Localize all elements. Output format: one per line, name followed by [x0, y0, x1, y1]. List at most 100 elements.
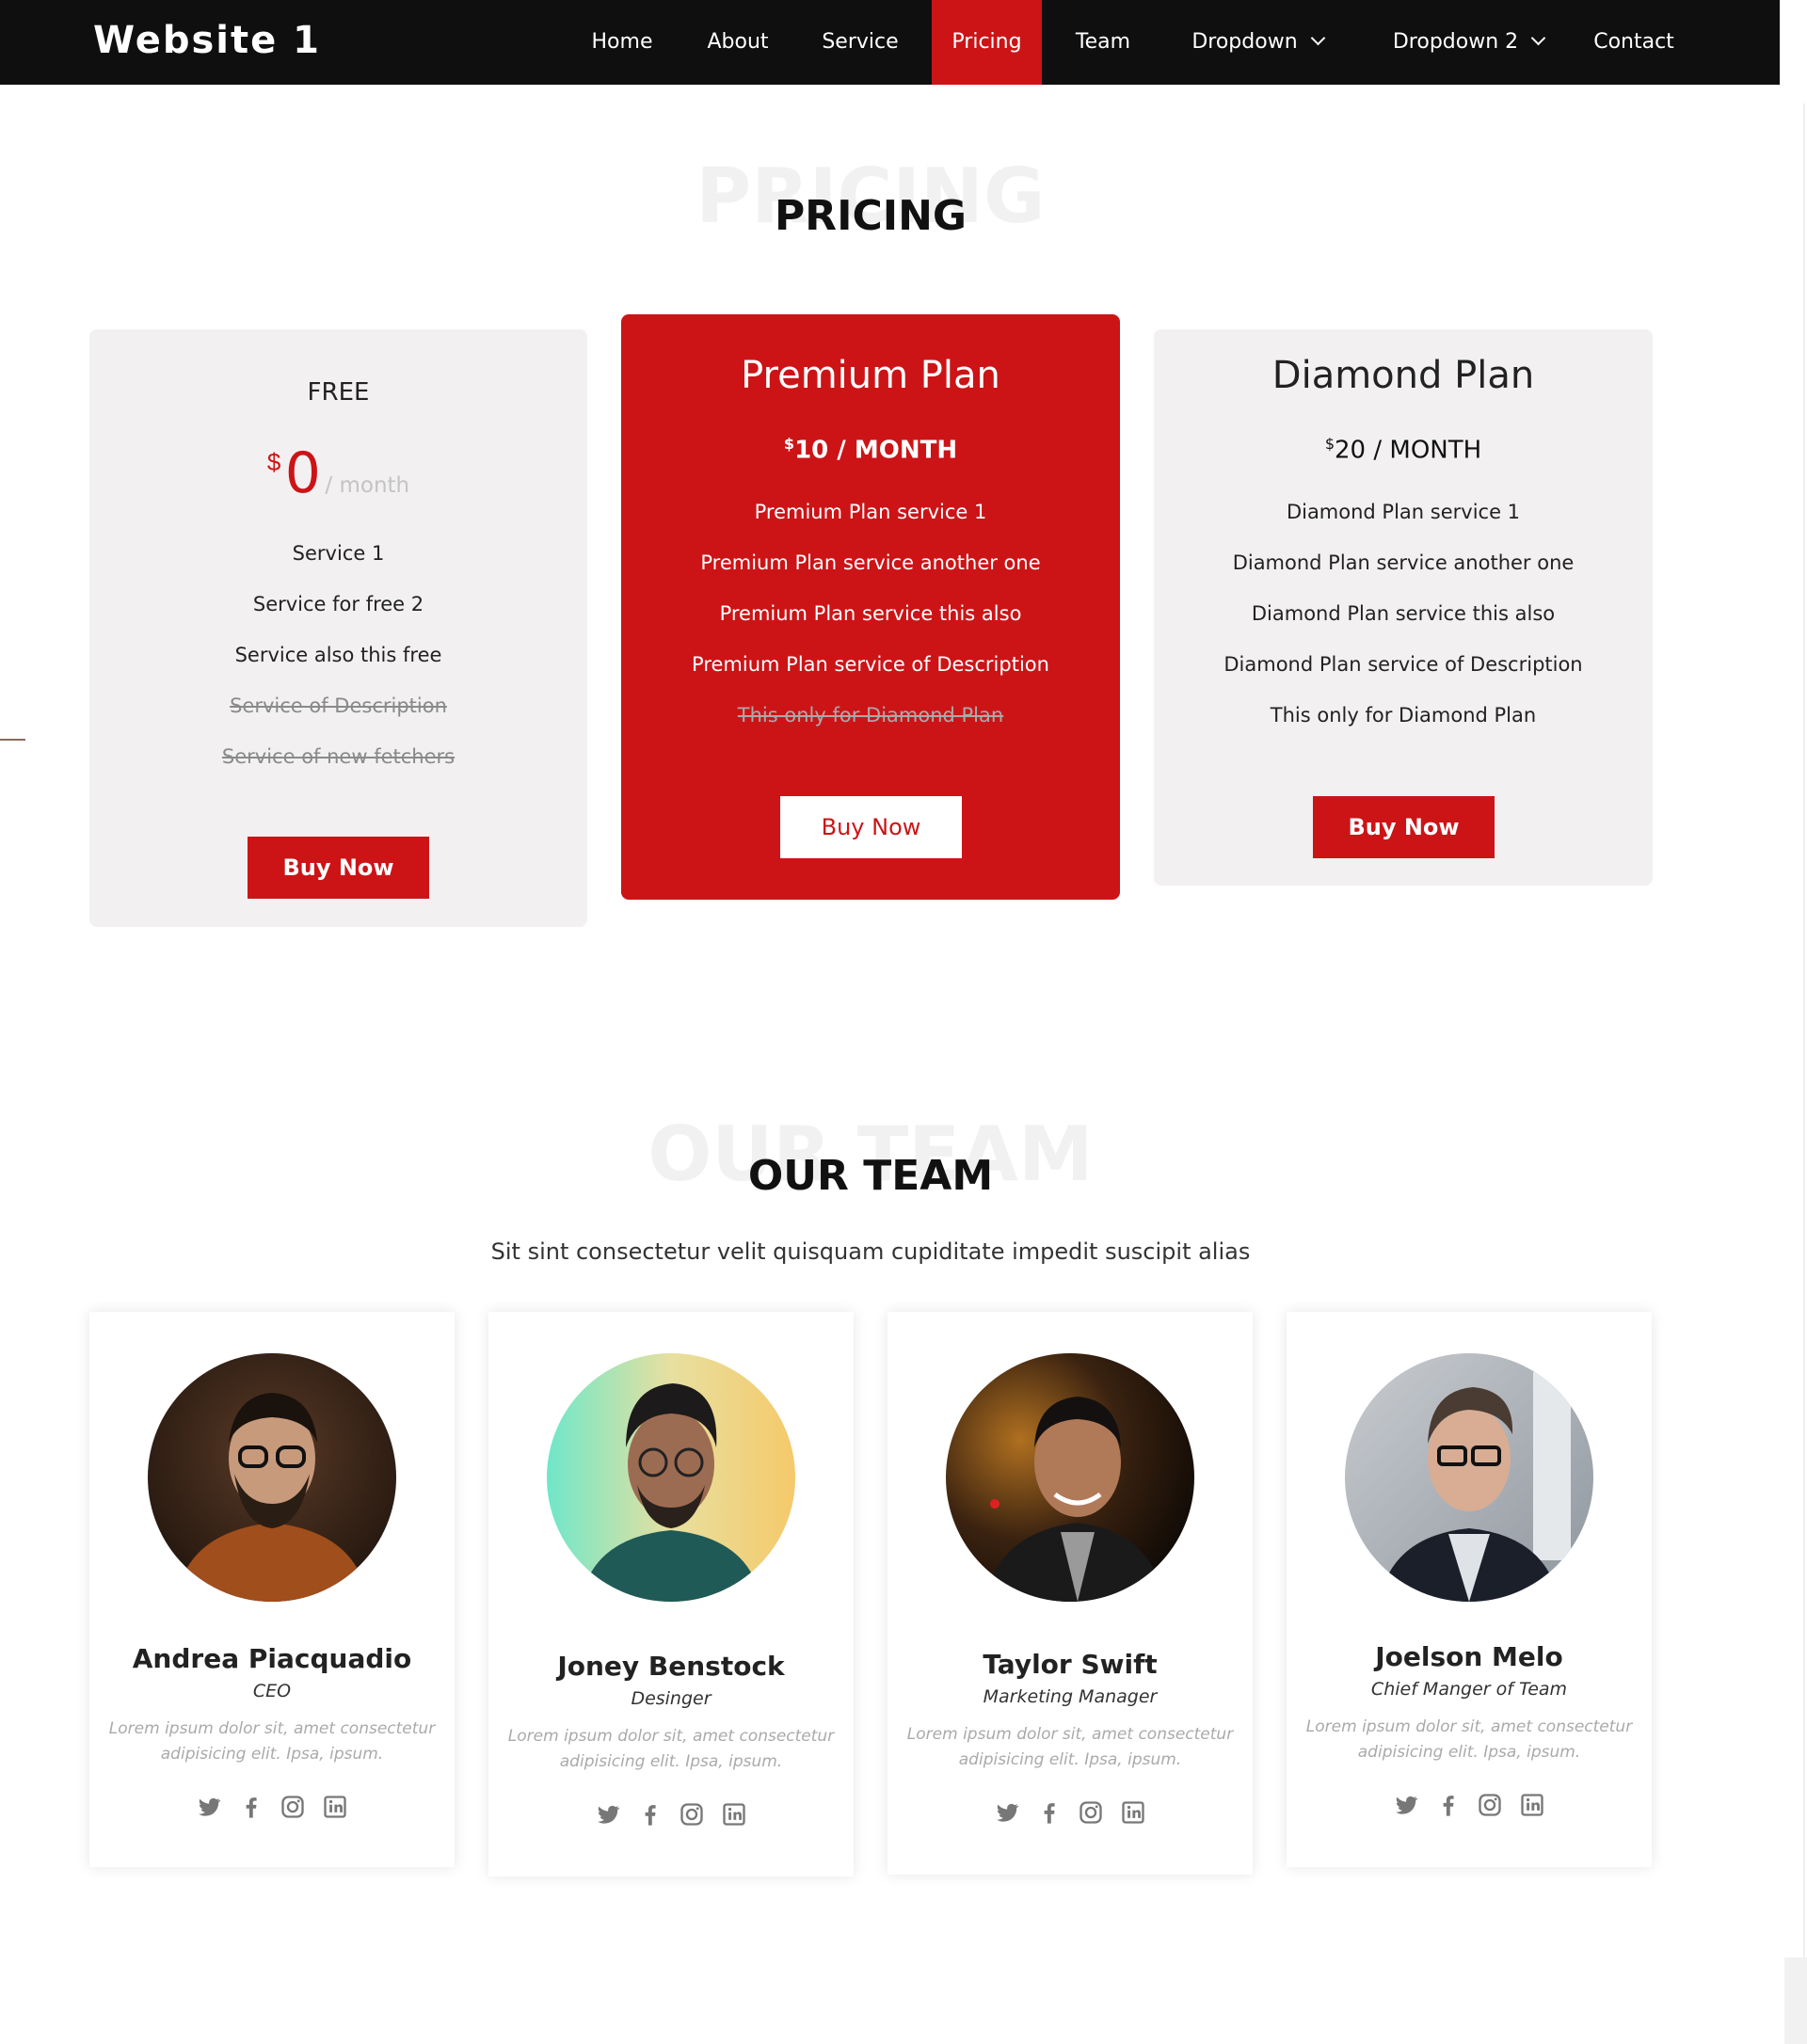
member-role: CEO — [252, 1681, 292, 1701]
member-bio: Lorem ipsum dolor sit, amet consectetur … — [507, 1727, 835, 1771]
scroll-track — [1803, 104, 1805, 1967]
price-currency: $ — [1324, 435, 1335, 453]
price-amount: 20 / MONTH — [1335, 436, 1482, 465]
instagram-icon[interactable] — [679, 1801, 705, 1828]
team-card: Joelson Melo Chief Manger of Team Lorem … — [1287, 1312, 1652, 1867]
instagram-icon[interactable] — [280, 1794, 306, 1820]
member-bio: Lorem ipsum dolor sit, amet consectetur … — [906, 1725, 1234, 1769]
pricing-card-free: FREE $ 0 / month Service 1 Service for f… — [89, 329, 587, 927]
facebook-icon[interactable] — [238, 1794, 264, 1820]
plan-name: Premium Plan — [741, 354, 1000, 397]
linkedin-icon[interactable] — [1120, 1799, 1146, 1826]
social-links — [1287, 1792, 1652, 1818]
team-heading: OUR TEAM OUR TEAM — [0, 1110, 1741, 1214]
member-bio: Lorem ipsum dolor sit, amet consectetur … — [108, 1719, 436, 1764]
chevron-down-icon — [1310, 30, 1325, 46]
linkedin-icon[interactable] — [322, 1794, 348, 1820]
team-card: Joney Benstock Desinger Lorem ipsum dolo… — [488, 1312, 854, 1876]
social-links — [488, 1801, 854, 1828]
top-navbar: Website 1 Home About Service Pricing Tea… — [0, 0, 1780, 85]
member-name: Taylor Swift — [983, 1649, 1158, 1680]
nav-about[interactable]: About — [694, 0, 782, 85]
avatar — [946, 1353, 1194, 1602]
member-role: Desinger — [631, 1688, 712, 1709]
facebook-icon[interactable] — [1036, 1799, 1063, 1826]
brand-logo-text[interactable]: Website 1 — [93, 19, 321, 62]
nav-pricing[interactable]: Pricing — [932, 0, 1042, 85]
team-subtitle: Sit sint consectetur velit quisquam cupi… — [490, 1238, 1251, 1265]
plan-feature: Premium Plan service another one — [700, 551, 1041, 574]
team-card: Andrea Piacquadio CEO Lorem ipsum dolor … — [89, 1312, 455, 1867]
buy-now-button[interactable]: Buy Now — [248, 837, 429, 899]
nav-dropdown-2-label: Dropdown 2 — [1392, 30, 1519, 54]
plan-feature: Service also this free — [234, 644, 442, 666]
plan-feature-disabled: This only for Diamond Plan — [737, 704, 1004, 727]
twitter-icon[interactable] — [1393, 1792, 1419, 1818]
instagram-icon[interactable] — [1078, 1799, 1104, 1826]
nav-dropdown-2[interactable]: Dropdown 2 — [1374, 0, 1562, 85]
price-amount: 10 / MONTH — [794, 436, 958, 465]
team-card: Taylor Swift Marketing Manager Lorem ips… — [888, 1312, 1253, 1875]
pricing-heading-title: PRICING — [774, 192, 967, 240]
pricing-heading: PRICING PRICING — [0, 141, 1741, 254]
pricing-card-premium: Premium Plan $10 / MONTH Premium Plan se… — [621, 314, 1120, 900]
member-bio: Lorem ipsum dolor sit, amet consectetur … — [1305, 1717, 1633, 1762]
instagram-icon[interactable] — [1477, 1792, 1503, 1818]
nav-contact[interactable]: Contact — [1581, 0, 1687, 85]
plan-price: $10 / MONTH — [621, 435, 1120, 465]
chevron-down-icon — [1530, 30, 1546, 46]
twitter-icon[interactable] — [595, 1801, 621, 1828]
avatar — [1345, 1353, 1593, 1602]
buy-now-button[interactable]: Buy Now — [1313, 796, 1495, 858]
plan-feature: Premium Plan service 1 — [754, 501, 987, 523]
member-photo — [946, 1353, 1194, 1602]
nav-home[interactable]: Home — [579, 0, 665, 85]
linkedin-icon[interactable] — [721, 1801, 747, 1828]
nav-service[interactable]: Service — [810, 0, 910, 85]
plan-name: FREE — [307, 378, 370, 407]
plan-feature: This only for Diamond Plan — [1270, 704, 1537, 727]
twitter-icon[interactable] — [994, 1799, 1020, 1826]
facebook-icon[interactable] — [637, 1801, 664, 1828]
plan-feature-disabled: Service of Description — [230, 695, 447, 717]
social-links — [888, 1799, 1253, 1826]
twitter-icon[interactable] — [196, 1794, 222, 1820]
nav-dropdown-label: Dropdown — [1191, 30, 1298, 54]
plan-feature: Diamond Plan service 1 — [1286, 501, 1521, 523]
linkedin-icon[interactable] — [1519, 1792, 1545, 1818]
member-name: Joelson Melo — [1375, 1641, 1563, 1672]
plan-feature: Service for free 2 — [252, 593, 424, 615]
plan-feature: Service 1 — [292, 542, 385, 565]
avatar — [148, 1353, 396, 1602]
plan-feature: Premium Plan service of Description — [692, 653, 1049, 676]
nav-team[interactable]: Team — [1063, 0, 1143, 85]
plan-feature: Diamond Plan service another one — [1232, 551, 1575, 574]
member-photo — [148, 1353, 396, 1602]
price-amount: 0 — [284, 440, 321, 506]
member-role: Chief Manger of Team — [1370, 1679, 1568, 1700]
member-photo — [1345, 1353, 1593, 1602]
plan-feature: Diamond Plan service this also — [1251, 602, 1556, 625]
member-role: Marketing Manager — [983, 1686, 1158, 1707]
plan-feature: Diamond Plan service of Description — [1223, 653, 1583, 676]
plan-feature: Premium Plan service this also — [719, 602, 1022, 625]
nav-dropdown[interactable]: Dropdown — [1173, 0, 1342, 85]
price-period: / month — [325, 473, 410, 498]
buy-now-button[interactable]: Buy Now — [780, 796, 962, 858]
pricing-card-diamond: Diamond Plan $20 / MONTH Diamond Plan se… — [1154, 329, 1653, 886]
member-name: Andrea Piacquadio — [132, 1643, 412, 1674]
price-currency: $ — [783, 435, 795, 453]
plan-name: Diamond Plan — [1271, 354, 1535, 397]
plan-price: $20 / MONTH — [1154, 435, 1653, 465]
plan-price: $ 0 / month — [89, 440, 587, 506]
plan-feature-disabled: Service of new fetchers — [221, 745, 456, 768]
facebook-icon[interactable] — [1435, 1792, 1462, 1818]
scroll-to-top-stub[interactable] — [1784, 1957, 1807, 2044]
member-photo — [547, 1353, 795, 1602]
avatar — [547, 1353, 795, 1602]
member-name: Joney Benstock — [557, 1651, 785, 1682]
price-currency: $ — [266, 448, 281, 476]
left-edge-marker — [0, 739, 25, 741]
team-heading-title: OUR TEAM — [747, 1152, 994, 1200]
social-links — [89, 1794, 455, 1820]
